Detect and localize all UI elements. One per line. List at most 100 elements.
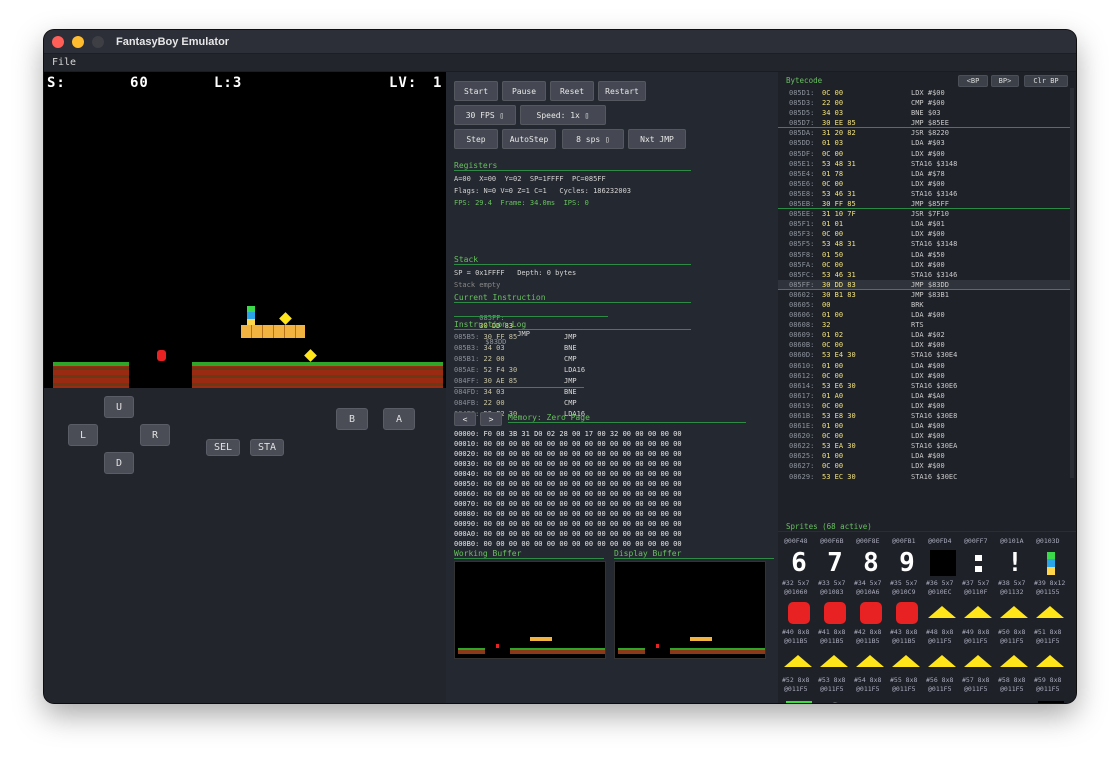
sprite-tile[interactable]: 8 (858, 550, 884, 576)
start-button[interactable]: STA (250, 439, 284, 456)
bytecode-row[interactable]: 08612: 0C 00 LDX #$00 (778, 371, 1070, 381)
bytecode-row[interactable]: 0860B: 0C 00 LDX #$00 (778, 340, 1070, 350)
bytecode-row[interactable]: 08627: 0C 00 LDX #$00 (778, 461, 1070, 471)
sprite-tile[interactable]: 7 (822, 550, 848, 576)
sprite-tile[interactable] (1038, 550, 1064, 576)
bytecode-row[interactable]: 085E4: 01 78 LDA #$78 (778, 169, 1070, 179)
sprite-tile[interactable]: 9 (894, 550, 920, 576)
sprite-tile[interactable]: 6 (786, 550, 812, 576)
game-screen[interactable]: S: 60 L:3 LV: 1 (44, 72, 446, 388)
bytecode-row[interactable]: 085F3: 0C 00 LDX #$00 (778, 229, 1070, 239)
b-button[interactable]: B (336, 408, 368, 430)
sprite-tile[interactable]: V (1002, 701, 1028, 703)
bytecode-row[interactable]: 0860D: 53 E4 30 STA16 $30E4 (778, 350, 1070, 360)
a-button[interactable]: A (383, 408, 415, 430)
minimize-window-button[interactable] (72, 35, 84, 48)
bytecode-row[interactable]: 085D7: 30 EE 85 JMP $85EE (778, 118, 1070, 129)
gem-sprite-tile[interactable] (1036, 655, 1064, 667)
bytecode-row[interactable]: 08620: 0C 00 LDX #$00 (778, 431, 1070, 441)
enemy-sprite-tile[interactable] (824, 602, 846, 624)
bytecode-row[interactable]: 0861E: 01 00 LDA #$00 (778, 421, 1070, 431)
bytecode-row[interactable]: 085F8: 01 50 LDA #$50 (778, 250, 1070, 260)
bytecode-row[interactable]: 08614: 53 E6 30 STA16 $30E6 (778, 381, 1070, 391)
bytecode-row[interactable]: 085F5: 53 48 31 STA16 $3148 (778, 239, 1070, 249)
dpad-up-button[interactable]: U (104, 396, 134, 418)
bytecode-row[interactable]: 085E8: 53 46 31 STA16 $3146 (778, 189, 1070, 199)
dpad-left-button[interactable]: L (68, 424, 98, 446)
sprite-tile[interactable] (786, 701, 812, 703)
sprite-tile[interactable]: S (822, 701, 848, 703)
sprite-tile[interactable] (930, 701, 956, 703)
gem-sprite-tile[interactable] (964, 606, 992, 618)
bytecode-row[interactable]: 085DD: 01 03 LDA #$03 (778, 138, 1070, 148)
sprite-tile[interactable]: L (894, 701, 920, 703)
bytecode-row[interactable]: 08605: 00 BRK (778, 300, 1070, 310)
gem-sprite-tile[interactable] (928, 606, 956, 618)
pause-button[interactable]: Pause (502, 81, 546, 101)
start-emu-button[interactable]: Start (454, 81, 498, 101)
dpad-down-button[interactable]: D (104, 452, 134, 474)
gem-sprite-tile[interactable] (928, 655, 956, 667)
bp-prev-button[interactable]: <BP (958, 75, 988, 87)
bytecode-scrollbar[interactable] (1070, 88, 1074, 478)
fps-select[interactable]: 30 FPS ▯ (454, 105, 516, 125)
bytecode-row[interactable]: 08610: 01 00 LDA #$00 (778, 361, 1070, 371)
sprite-tile[interactable]: ! (1002, 550, 1028, 576)
bytecode-row[interactable]: 085D5: 34 03 BNE $03 (778, 108, 1070, 118)
next-jmp-button[interactable]: Nxt JMP (628, 129, 686, 149)
sps-select[interactable]: 8 sps ▯ (562, 129, 624, 149)
bytecode-row[interactable]: 08602: 30 B1 83 JMP $83B1 (778, 290, 1070, 300)
gem-sprite-tile[interactable] (1000, 655, 1028, 667)
bytecode-row[interactable]: 085FA: 0C 00 LDX #$00 (778, 260, 1070, 270)
gem-sprite-tile[interactable] (892, 655, 920, 667)
bytecode-row[interactable]: 08617: 01 A0 LDA #$A0 (778, 391, 1070, 401)
sprite-tile[interactable] (966, 550, 992, 576)
sprite-tile[interactable]: L (966, 701, 992, 703)
bytecode-row[interactable]: 085DA: 31 20 82 JSR $8220 (778, 128, 1070, 138)
memory-prev-button[interactable]: < (454, 412, 476, 426)
sprite-tile[interactable] (1038, 701, 1064, 703)
close-window-button[interactable] (52, 35, 64, 48)
autostep-button[interactable]: AutoStep (502, 129, 556, 149)
enemy-sprite-tile[interactable] (896, 602, 918, 624)
restart-button[interactable]: Restart (598, 81, 646, 101)
step-button[interactable]: Step (454, 129, 498, 149)
enemy-sprite-tile[interactable] (860, 602, 882, 624)
clear-bp-button[interactable]: Clr BP (1024, 75, 1068, 87)
bytecode-row[interactable]: 085E1: 53 48 31 STA16 $3148 (778, 159, 1070, 169)
bytecode-row[interactable]: 0861B: 53 E8 30 STA16 $30E8 (778, 411, 1070, 421)
bytecode-row[interactable]: 085FF: 30 DD 83 JMP $83DD (778, 279, 1070, 290)
sprite-tile[interactable] (930, 550, 956, 576)
bytecode-row[interactable]: 085D1: 0C 00 LDX #$00 (778, 88, 1070, 98)
bytecode-row[interactable]: 08608: 32 RTS (778, 320, 1070, 330)
gem-sprite-tile[interactable] (1000, 606, 1028, 618)
bytecode-row[interactable]: 085FC: 53 46 31 STA16 $3146 (778, 270, 1070, 280)
speed-select[interactable]: Speed: 1x ▯ (520, 105, 606, 125)
enemy-sprite-tile[interactable] (788, 602, 810, 624)
bytecode-row[interactable]: 085F1: 01 01 LDA #$01 (778, 219, 1070, 229)
bytecode-row[interactable]: 085DF: 0C 00 LDX #$00 (778, 149, 1070, 159)
bytecode-row[interactable]: 08609: 01 02 LDA #$02 (778, 330, 1070, 340)
gem-sprite-tile[interactable] (856, 655, 884, 667)
gem-sprite-tile[interactable] (1036, 606, 1064, 618)
gem-sprite-tile[interactable] (964, 655, 992, 667)
select-button[interactable]: SEL (206, 439, 240, 456)
bytecode-row[interactable]: 08625: 01 00 LDA #$00 (778, 451, 1070, 461)
bytecode-row[interactable]: 085EE: 31 10 7F JSR $7F10 (778, 209, 1070, 219)
bytecode-row[interactable]: 085EB: 30 FF 85 JMP $85FF (778, 199, 1070, 210)
bp-next-button[interactable]: BP> (991, 75, 1019, 87)
bytecode-row[interactable]: 08606: 01 00 LDA #$00 (778, 310, 1070, 320)
bytecode-row[interactable]: 08619: 0C 00 LDX #$00 (778, 401, 1070, 411)
zoom-window-button[interactable] (92, 35, 104, 48)
sprite-tile[interactable] (858, 701, 884, 703)
reset-button[interactable]: Reset (550, 81, 594, 101)
bytecode-row[interactable]: 085D3: 22 00 CMP #$00 (778, 98, 1070, 108)
dpad-right-button[interactable]: R (140, 424, 170, 446)
bytecode-row[interactable]: 08622: 53 EA 30 STA16 $30EA (778, 441, 1070, 451)
memory-next-button[interactable]: > (480, 412, 502, 426)
menu-file[interactable]: File (52, 57, 76, 68)
gem-sprite-tile[interactable] (784, 655, 812, 667)
bytecode-list[interactable]: 085D1: 0C 00 LDX #$00 085D3: 22 00 CMP #$00 08… (778, 88, 1070, 500)
bytecode-row[interactable]: 08629: 53 EC 30 STA16 $30EC (778, 472, 1070, 482)
gem-sprite-tile[interactable] (820, 655, 848, 667)
